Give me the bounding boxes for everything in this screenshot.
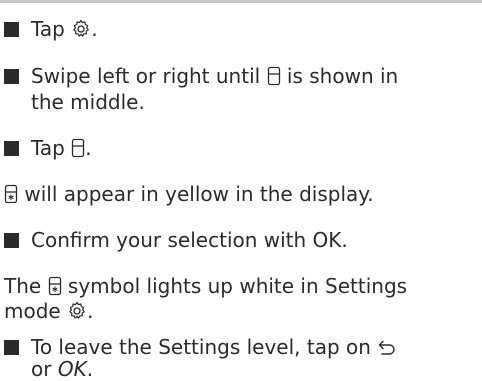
note-text-cont: symbol lights up white in Settings	[67, 274, 408, 298]
bullet-square	[4, 340, 19, 355]
step-text: Swipe left or right until	[31, 64, 261, 88]
fridge-snowflake-icon	[48, 276, 62, 296]
bullet-square	[4, 22, 19, 37]
note-text: mode	[4, 299, 61, 323]
fridge-snowflake-icon	[4, 184, 18, 204]
step-tap-settings: Tap .	[4, 17, 98, 41]
note-white: The symbol lights up white in Settings	[4, 274, 407, 298]
gear-icon	[71, 19, 91, 39]
step-tap-fridge: Tap .	[4, 136, 92, 160]
step-confirm: Confirm your selection with OK.	[4, 228, 348, 252]
note-white-line2: mode .	[4, 299, 93, 323]
back-arrow-icon	[377, 339, 397, 357]
step-text: Tap	[31, 136, 65, 160]
step-text-cont: is shown in	[286, 64, 399, 88]
ok-label: OK	[57, 357, 87, 381]
note-text: The	[4, 274, 42, 298]
step-suffix: .	[86, 357, 94, 381]
step-swipe-line2: the middle.	[31, 90, 145, 114]
gear-icon	[67, 301, 87, 321]
step-text: or	[31, 357, 52, 381]
fridge-icon	[71, 138, 85, 158]
note-text: will appear in yellow in the display.	[24, 182, 374, 206]
step-suffix: .	[91, 17, 98, 41]
step-text: To leave the Settings level, tap on	[31, 335, 371, 359]
bullet-square	[4, 69, 19, 84]
step-text: Tap	[31, 17, 65, 41]
step-leave: To leave the Settings level, tap on	[4, 335, 397, 359]
fridge-icon	[267, 66, 281, 86]
step-swipe: Swipe left or right until is shown in	[4, 64, 398, 88]
note-yellow: will appear in yellow in the display.	[4, 182, 374, 206]
bullet-square	[4, 141, 19, 156]
note-suffix: .	[87, 299, 94, 323]
top-divider	[0, 0, 482, 3]
step-leave-line2: or OK.	[31, 357, 93, 381]
step-suffix: .	[85, 136, 92, 160]
bullet-square	[4, 233, 19, 248]
step-text: Confirm your selection with OK.	[31, 228, 348, 252]
